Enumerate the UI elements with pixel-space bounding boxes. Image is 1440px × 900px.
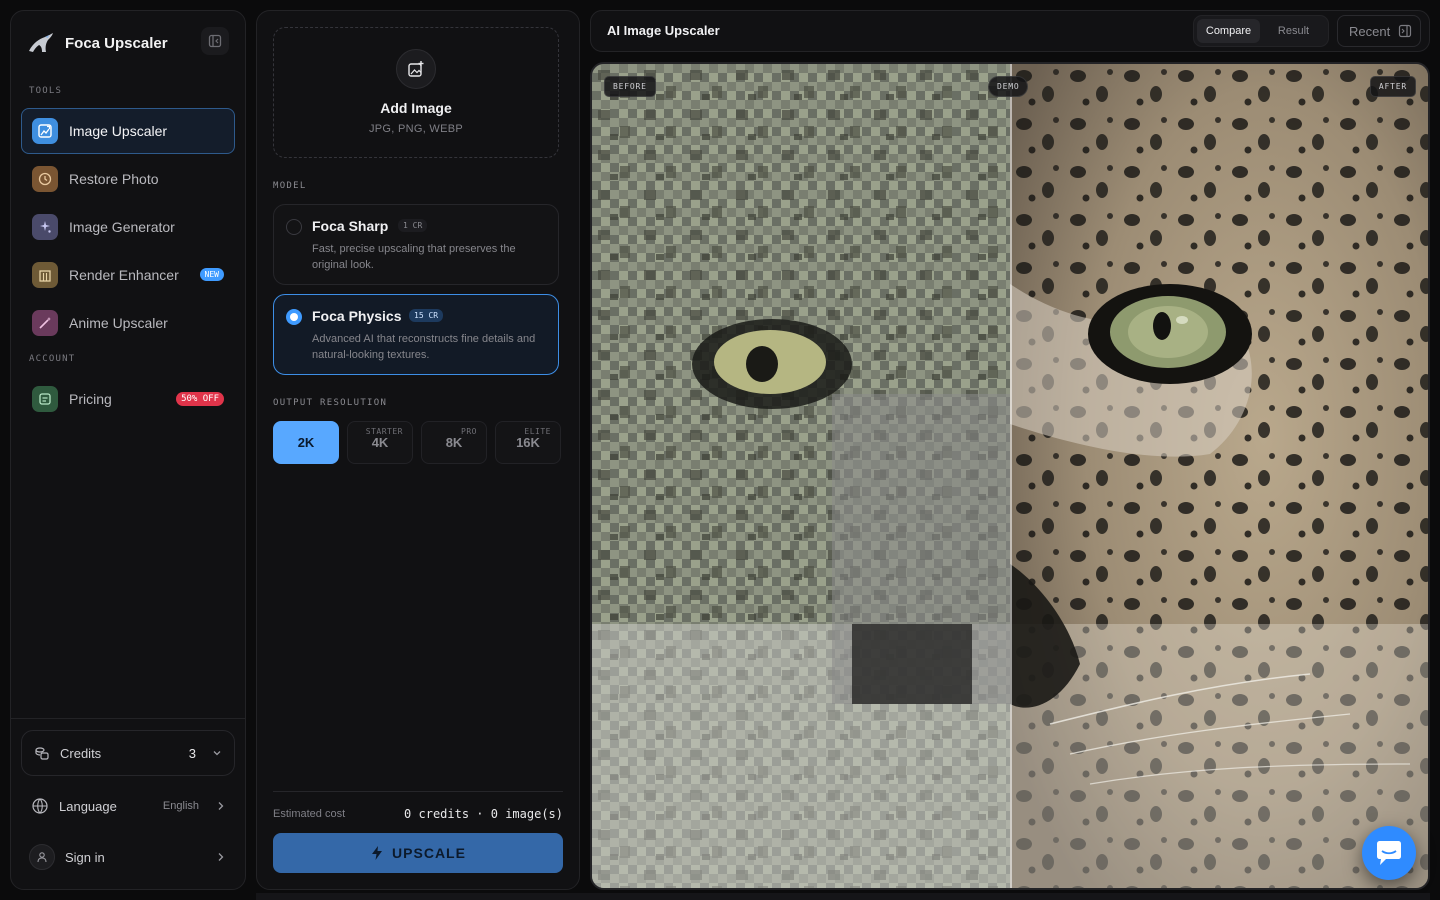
resolution-options: 2K STARTER 4K PRO 8K ELITE 16K	[273, 421, 561, 464]
chevron-down-icon	[213, 751, 221, 756]
sidebar-item-restore-photo[interactable]: Restore Photo	[21, 156, 235, 202]
before-image	[592, 64, 1010, 888]
model-option-foca-sharp[interactable]: Foca Sharp 1 CR Fast, precise upscaling …	[273, 204, 559, 285]
chat-bubble-icon	[1377, 841, 1401, 865]
sparkles-icon	[32, 214, 58, 240]
add-image-icon	[396, 49, 436, 89]
account-section-label: ACCOUNT	[29, 354, 76, 364]
top-bar: AI Image Upscaler Compare Result Recent	[590, 10, 1430, 52]
sidebar-item-label: Anime Upscaler	[69, 315, 168, 331]
panel-right-icon	[1399, 24, 1412, 38]
comparison-viewer[interactable]: BEFORE DEMO AFTER	[590, 62, 1430, 890]
coins-icon	[35, 747, 49, 760]
sidebar-item-label: Image Generator	[69, 219, 175, 235]
image-dropzone[interactable]: Add Image JPG, PNG, WEBP	[273, 27, 559, 158]
sidebar-divider	[11, 718, 245, 719]
sidebar: Foca Upscaler TOOLS Image Upscaler Resto…	[10, 10, 246, 890]
sidebar-item-label: Pricing	[69, 391, 112, 407]
sidebar-item-image-upscaler[interactable]: Image Upscaler	[21, 108, 235, 154]
upscale-label: UPSCALE	[392, 845, 466, 861]
resolution-value: 4K	[371, 435, 389, 450]
tab-result[interactable]: Result	[1262, 19, 1325, 43]
upscale-button[interactable]: UPSCALE	[273, 833, 563, 873]
building-icon	[32, 262, 58, 288]
language-selector[interactable]: Language English	[31, 791, 225, 821]
radio-button-selected[interactable]	[286, 309, 302, 325]
estimated-cost-label: Estimated cost	[273, 808, 346, 820]
magic-wand-icon	[32, 310, 58, 336]
snow-leopard-pixelated-image	[592, 64, 1010, 888]
tier-label: STARTER	[365, 427, 403, 436]
new-badge: NEW	[199, 268, 224, 281]
lightning-icon	[372, 846, 383, 860]
sidebar-item-pricing[interactable]: Pricing 50% OFF	[21, 376, 235, 422]
sidebar-item-label: Restore Photo	[69, 171, 159, 187]
avatar	[29, 844, 55, 870]
credit-cost-badge: 1 CR	[398, 219, 428, 232]
model-description: Fast, precise upscaling that preserves t…	[312, 243, 516, 271]
panel-divider	[273, 791, 563, 792]
sidebar-item-label: Image Upscaler	[69, 123, 168, 139]
demo-tag: DEMO	[988, 76, 1029, 97]
resolution-section-label: OUTPUT RESOLUTION	[273, 398, 388, 408]
chevron-right-icon	[218, 802, 224, 810]
credits-value: 3	[188, 745, 196, 761]
snow-leopard-upscaled-image	[1010, 64, 1428, 888]
resolution-value: 16K	[516, 435, 540, 450]
collapse-sidebar-button[interactable]	[201, 27, 229, 55]
credit-cost-badge: 15 CR	[409, 309, 444, 322]
tools-section-label: TOOLS	[29, 86, 63, 96]
credits-label: Credits	[60, 745, 102, 761]
chat-support-button[interactable]	[1362, 826, 1416, 880]
seal-logo-icon	[29, 33, 53, 52]
app-name: Foca Upscaler	[65, 34, 168, 52]
sidebar-collapse-icon	[208, 34, 222, 48]
chevron-right-icon	[218, 853, 224, 861]
resolution-option-4k[interactable]: STARTER 4K	[347, 421, 413, 464]
estimated-cost-value: 0 credits · 0 image(s)	[404, 807, 563, 821]
sidebar-item-image-generator[interactable]: Image Generator	[21, 204, 235, 250]
bottom-strip	[256, 893, 1430, 900]
radio-button[interactable]	[286, 219, 302, 235]
language-value: English	[162, 800, 199, 812]
tier-label: ELITE	[524, 427, 551, 436]
page-title: AI Image Upscaler	[607, 23, 720, 38]
sign-in-button[interactable]: Sign in	[29, 842, 225, 872]
model-section-label: MODEL	[273, 181, 307, 191]
user-icon	[37, 852, 47, 863]
resolution-option-8k[interactable]: PRO 8K	[421, 421, 487, 464]
resolution-value: 8K	[445, 435, 463, 450]
model-name: Foca Sharp	[312, 218, 389, 234]
globe-icon	[32, 798, 48, 814]
view-mode-toggle: Compare Result	[1193, 15, 1329, 47]
sidebar-item-label: Render Enhancer	[69, 267, 179, 283]
model-option-foca-physics[interactable]: Foca Physics 15 CR Advanced AI that reco…	[273, 294, 559, 375]
split-handle[interactable]	[1010, 64, 1012, 888]
restore-icon	[32, 166, 58, 192]
model-description: Advanced AI that reconstructs fine detai…	[312, 333, 536, 361]
after-tag: AFTER	[1369, 76, 1416, 97]
credits-selector[interactable]: Credits 3	[21, 730, 235, 776]
image-upscale-icon	[32, 118, 58, 144]
model-name: Foca Physics	[312, 308, 402, 324]
language-label: Language	[59, 798, 117, 814]
sidebar-item-render-enhancer[interactable]: Render Enhancer NEW	[21, 252, 235, 298]
tier-label: PRO	[461, 427, 477, 436]
dropzone-formats: JPG, PNG, WEBP	[368, 123, 464, 135]
before-tag: BEFORE	[604, 76, 656, 97]
tab-compare[interactable]: Compare	[1197, 19, 1260, 43]
sign-in-label: Sign in	[65, 849, 105, 865]
resolution-value: 2K	[297, 435, 315, 450]
brand[interactable]: Foca Upscaler	[27, 29, 168, 57]
resolution-option-2k[interactable]: 2K	[273, 421, 339, 464]
recent-label: Recent	[1349, 23, 1391, 39]
settings-panel: Add Image JPG, PNG, WEBP MODEL Foca Shar…	[256, 10, 580, 890]
sidebar-item-anime-upscaler[interactable]: Anime Upscaler	[21, 300, 235, 346]
dropzone-title: Add Image	[380, 100, 452, 116]
after-image	[1010, 64, 1428, 888]
recent-button[interactable]: Recent	[1337, 15, 1421, 47]
resolution-option-16k[interactable]: ELITE 16K	[495, 421, 561, 464]
pricing-icon	[32, 386, 58, 412]
discount-badge: 50% OFF	[176, 392, 224, 406]
